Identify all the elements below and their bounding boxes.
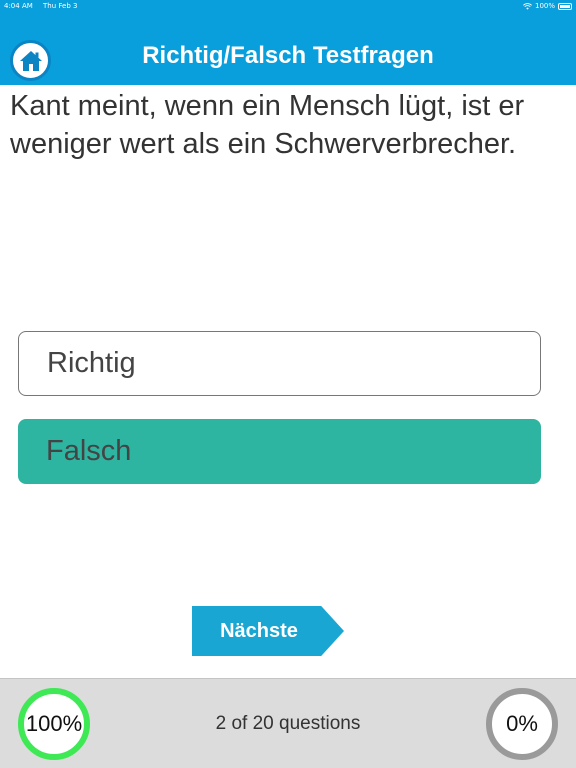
status-time: 4:04 AM xyxy=(4,2,33,10)
footer: 100% 2 of 20 questions 0% xyxy=(0,678,576,768)
answer-label: Richtig xyxy=(47,347,136,379)
progress-ring-incorrect-label: 0% xyxy=(506,711,538,736)
battery-icon xyxy=(558,2,572,10)
answer-option-falsch[interactable]: Falsch xyxy=(18,419,541,484)
status-bar: 4:04 AM Thu Feb 3 100% xyxy=(0,0,576,12)
answer-label: Falsch xyxy=(46,435,132,467)
answer-option-richtig[interactable]: Richtig xyxy=(18,331,541,396)
next-button[interactable]: Nächste xyxy=(192,606,344,656)
status-right: 100% xyxy=(523,2,572,10)
status-date: Thu Feb 3 xyxy=(43,2,78,10)
progress-ring-incorrect: 0% xyxy=(486,688,558,760)
status-left: 4:04 AM Thu Feb 3 xyxy=(4,2,77,10)
screen: 4:04 AM Thu Feb 3 100% Richtig/Falsch Te… xyxy=(0,0,576,768)
question-text: Kant meint, wenn ein Mensch lügt, ist er… xyxy=(10,90,525,160)
battery-percent: 100% xyxy=(534,2,555,10)
page-title: Richtig/Falsch Testfragen xyxy=(142,42,434,69)
nav-bar: Richtig/Falsch Testfragen xyxy=(0,12,576,85)
wifi-icon xyxy=(523,2,532,10)
